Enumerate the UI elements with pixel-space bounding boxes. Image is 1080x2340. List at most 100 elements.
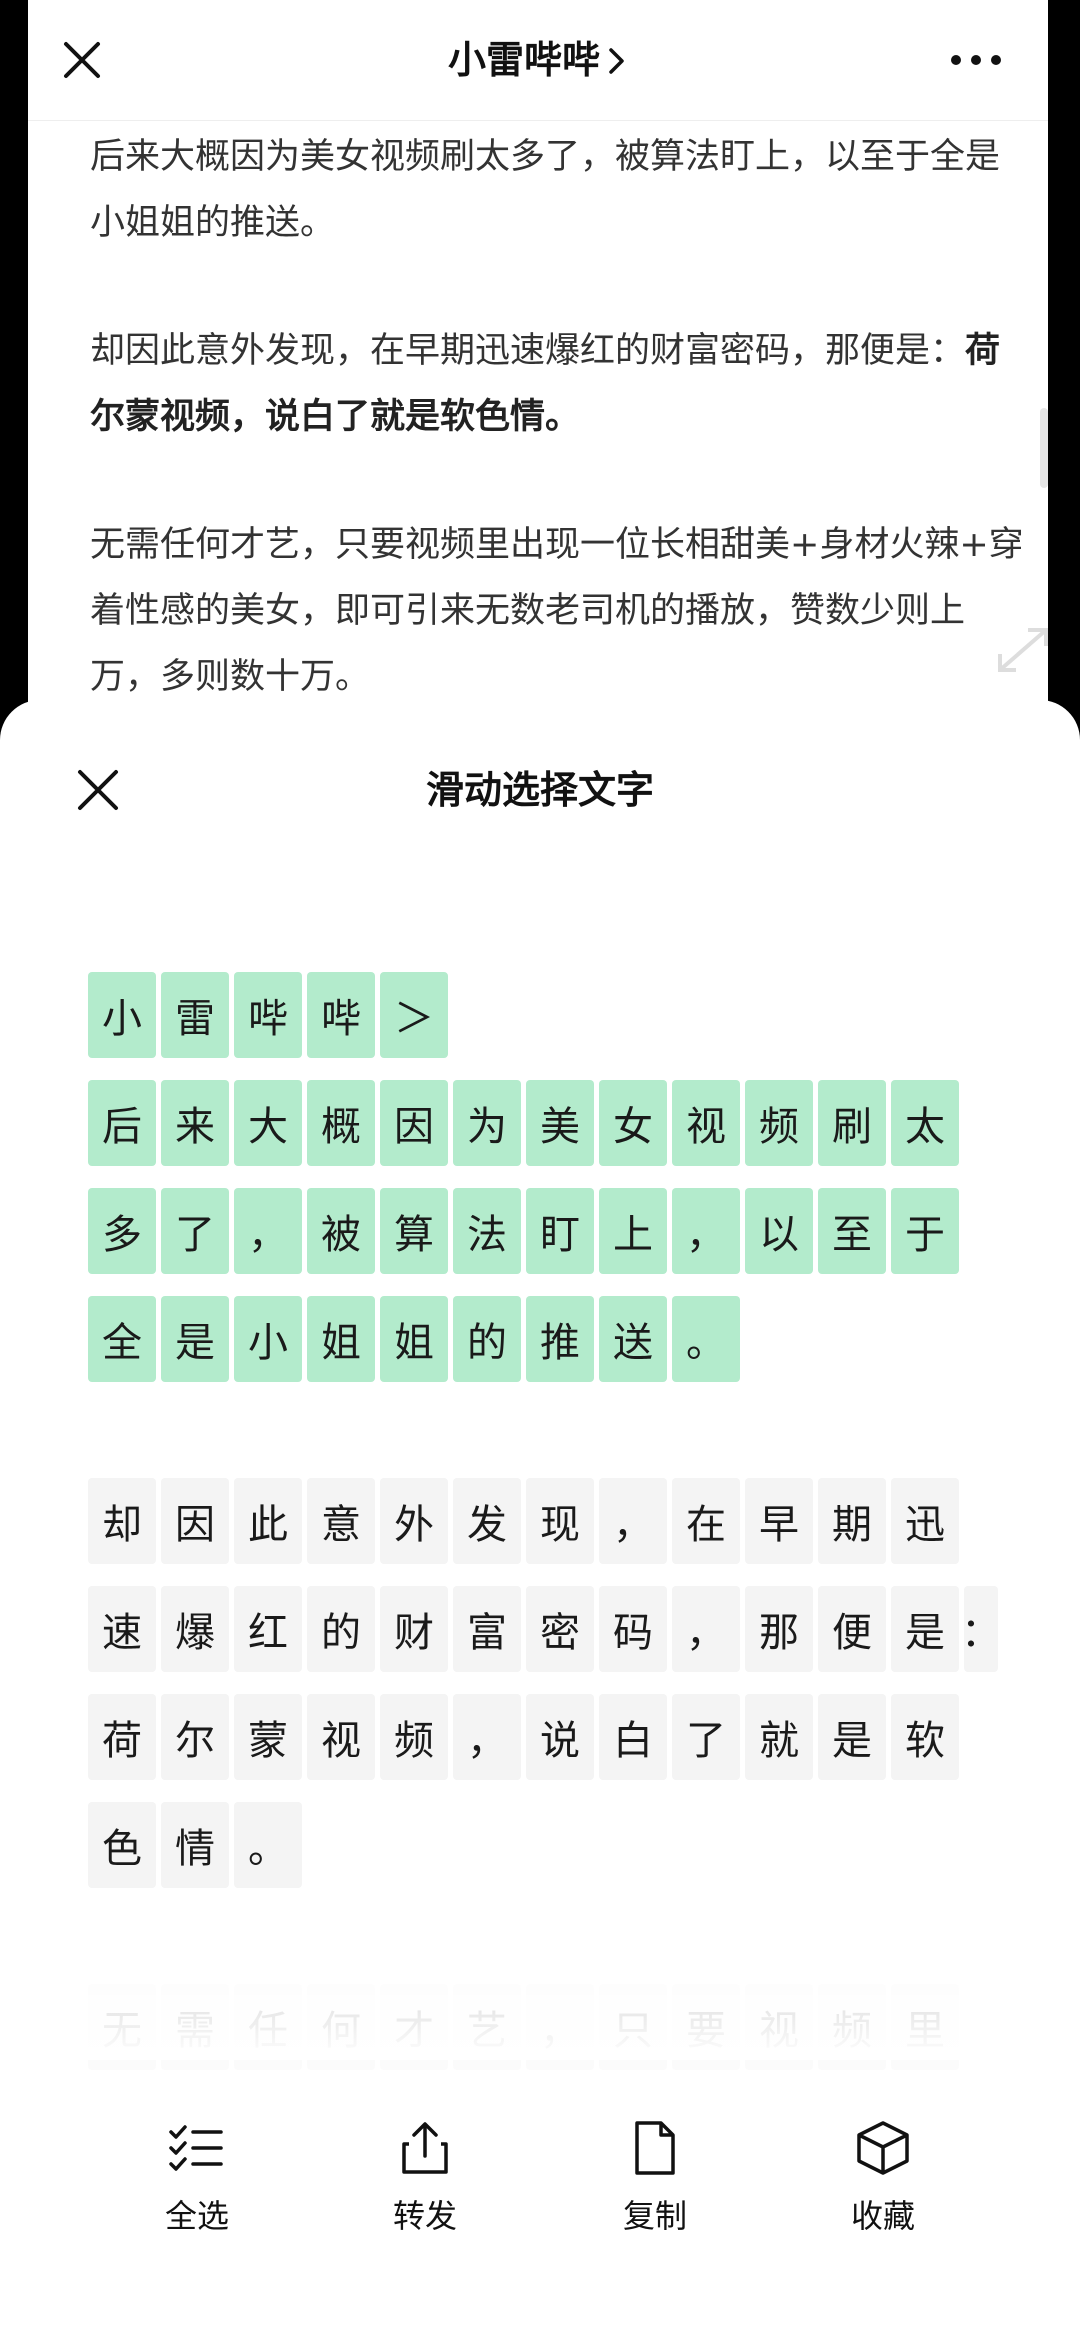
char-cell[interactable]: 爆 (161, 1586, 229, 1672)
selected-char[interactable]: 于 (891, 1188, 959, 1274)
char-cell[interactable]: 在 (672, 1478, 740, 1564)
char-cell[interactable]: 荷 (88, 1694, 156, 1780)
char-cell[interactable]: ： (961, 1586, 1001, 1672)
char-cell[interactable]: 密 (526, 1586, 594, 1672)
selected-char[interactable]: 哔 (307, 972, 375, 1058)
selected-char[interactable]: 后 (88, 1080, 156, 1166)
text-row[interactable]: 小雷哔哔＞ (88, 972, 453, 1058)
text-row[interactable]: 速爆红的财富密码，那便是： (88, 1586, 1003, 1672)
selected-char[interactable]: ＞ (380, 972, 448, 1058)
selected-char[interactable]: 。 (672, 1296, 740, 1382)
favorite-button[interactable]: 收藏 (783, 2120, 983, 2260)
selected-char[interactable]: 小 (234, 1296, 302, 1382)
char-cell[interactable]: 期 (818, 1478, 886, 1564)
selected-char[interactable]: 是 (161, 1296, 229, 1382)
char-cell[interactable]: 说 (526, 1694, 594, 1780)
text-row[interactable]: 却因此意外发现，在早期迅 (88, 1478, 964, 1564)
char-cell[interactable]: 了 (672, 1694, 740, 1780)
char-cell[interactable]: 速 (88, 1586, 156, 1672)
selected-char[interactable]: 为 (453, 1080, 521, 1166)
char-cell[interactable]: ， (599, 1478, 667, 1564)
paragraph-2-text: 却因此意外发现，在早期迅速爆红的财富密码，那便是： (90, 331, 966, 371)
char-cell[interactable]: ， (672, 1586, 740, 1672)
char-cell[interactable]: 频 (380, 1694, 448, 1780)
selected-char[interactable]: 姐 (380, 1296, 448, 1382)
selected-char[interactable]: 概 (307, 1080, 375, 1166)
selected-char[interactable]: 来 (161, 1080, 229, 1166)
selected-char[interactable]: ， (672, 1188, 740, 1274)
char-cell[interactable]: 便 (818, 1586, 886, 1672)
char-cell[interactable]: 码 (599, 1586, 667, 1672)
char-cell[interactable]: 。 (234, 1802, 302, 1888)
selected-char[interactable]: 全 (88, 1296, 156, 1382)
selected-char[interactable]: 了 (161, 1188, 229, 1274)
char-cell[interactable]: 是 (818, 1694, 886, 1780)
selected-char[interactable]: 大 (234, 1080, 302, 1166)
char-cell[interactable]: 现 (526, 1478, 594, 1564)
forward-button[interactable]: 转发 (325, 2120, 525, 2260)
selected-char[interactable]: 以 (745, 1188, 813, 1274)
text-row[interactable]: 多了，被算法盯上，以至于 (88, 1188, 964, 1274)
selected-char[interactable]: 推 (526, 1296, 594, 1382)
selected-char[interactable]: 小 (88, 972, 156, 1058)
selected-char[interactable]: 至 (818, 1188, 886, 1274)
char-cell[interactable]: 尔 (161, 1694, 229, 1780)
text-row[interactable]: 全是小姐姐的推送。 (88, 1296, 745, 1382)
copy-label: 复制 (622, 2197, 687, 2235)
char-cell[interactable]: 财 (380, 1586, 448, 1672)
selected-char[interactable]: 因 (380, 1080, 448, 1166)
char-cell[interactable]: 发 (453, 1478, 521, 1564)
action-toolbar: 全选 转发 复制 收藏 (0, 2120, 1080, 2260)
selected-char[interactable]: 盯 (526, 1188, 594, 1274)
char-cell[interactable]: 白 (599, 1694, 667, 1780)
selected-char[interactable]: 雷 (161, 972, 229, 1058)
char-cell[interactable]: 此 (234, 1478, 302, 1564)
selected-char[interactable]: 多 (88, 1188, 156, 1274)
article-account-title[interactable]: 小雷哔哔 (28, 30, 1048, 90)
copy-button[interactable]: 复制 (555, 2120, 755, 2260)
char-cell[interactable]: 富 (453, 1586, 521, 1672)
share-icon (402, 2122, 448, 2174)
selected-char[interactable]: 刷 (818, 1080, 886, 1166)
expand-icon[interactable] (988, 620, 1048, 680)
selected-char[interactable]: 太 (891, 1080, 959, 1166)
selected-char[interactable]: 频 (745, 1080, 813, 1166)
char-cell[interactable]: 因 (161, 1478, 229, 1564)
scrollbar[interactable] (1040, 408, 1048, 488)
char-cell[interactable]: 早 (745, 1478, 813, 1564)
char-cell[interactable]: 就 (745, 1694, 813, 1780)
favorite-label: 收藏 (850, 2197, 915, 2235)
char-cell[interactable]: 那 (745, 1586, 813, 1672)
char-cell[interactable]: ， (453, 1694, 521, 1780)
char-cell[interactable]: 视 (307, 1694, 375, 1780)
selected-char[interactable]: 被 (307, 1188, 375, 1274)
selected-char[interactable]: 算 (380, 1188, 448, 1274)
char-cell[interactable]: 意 (307, 1478, 375, 1564)
char-cell[interactable]: 情 (161, 1802, 229, 1888)
selected-char[interactable]: 上 (599, 1188, 667, 1274)
text-row[interactable]: 荷尔蒙视频，说白了就是软 (88, 1694, 964, 1780)
selected-char[interactable]: 哔 (234, 972, 302, 1058)
selected-char[interactable]: 姐 (307, 1296, 375, 1382)
char-cell[interactable]: 是 (891, 1586, 959, 1672)
selected-char[interactable]: 的 (453, 1296, 521, 1382)
more-icon[interactable] (944, 40, 1008, 80)
selected-char[interactable]: 女 (599, 1080, 667, 1166)
char-cell[interactable]: 蒙 (234, 1694, 302, 1780)
text-row[interactable]: 后来大概因为美女视频刷太 (88, 1080, 964, 1166)
char-cell[interactable]: 却 (88, 1478, 156, 1564)
selected-char[interactable]: ， (234, 1188, 302, 1274)
selected-char[interactable]: 法 (453, 1188, 521, 1274)
char-cell[interactable]: 迅 (891, 1478, 959, 1564)
char-cell[interactable]: 外 (380, 1478, 448, 1564)
char-cell[interactable]: 软 (891, 1694, 959, 1780)
text-row[interactable]: 色情。 (88, 1802, 307, 1888)
select-all-button[interactable]: 全选 (97, 2120, 297, 2260)
selected-char[interactable]: 视 (672, 1080, 740, 1166)
char-cell[interactable]: 的 (307, 1586, 375, 1672)
account-name: 小雷哔哔 (447, 38, 600, 82)
selected-char[interactable]: 美 (526, 1080, 594, 1166)
char-cell[interactable]: 色 (88, 1802, 156, 1888)
char-cell[interactable]: 红 (234, 1586, 302, 1672)
selected-char[interactable]: 送 (599, 1296, 667, 1382)
